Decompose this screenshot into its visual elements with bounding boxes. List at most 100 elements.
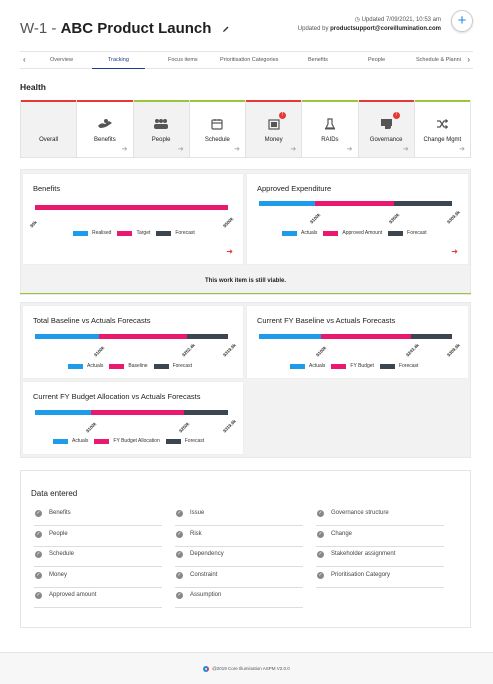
data-entered-item: ✓ Constraint	[175, 567, 303, 588]
card-title: Current FY Budget Allocation vs Actuals …	[33, 392, 201, 401]
check-circle-icon: ✓	[35, 510, 42, 517]
status-bar	[302, 100, 358, 102]
data-entered-item: ✓ Issue	[175, 505, 303, 526]
legend-forecast: Forecast	[175, 230, 195, 236]
updated-by-label: Updated by	[297, 26, 331, 32]
page-title: W-1 - ABC Product Launch	[20, 20, 230, 37]
legend-baseline: Baseline	[128, 363, 148, 369]
tab-focus-items[interactable]: Focus items	[168, 52, 198, 69]
health-row: Overall Benefits ➜ People ➜ Schedule ➜ !…	[20, 100, 471, 158]
health-money[interactable]: ! Money ➜	[246, 100, 303, 157]
tab-prioritisation-categories[interactable]: Prioritisation Categories	[220, 52, 278, 69]
arrow-right-icon[interactable]: ➜	[451, 247, 458, 256]
tick-label: $0k	[29, 219, 38, 229]
health-schedule[interactable]: Schedule ➜	[189, 100, 246, 157]
health-people[interactable]: People ➜	[133, 100, 190, 157]
bar-segment-dark	[183, 410, 228, 415]
status-bar	[189, 100, 245, 102]
legend-fy-budget-allocation: FY Budget Allocation	[113, 438, 160, 444]
tab-benefits[interactable]: Benefits	[308, 52, 328, 69]
arrow-right-icon: ➜	[177, 146, 184, 153]
health-label: Benefits	[94, 137, 116, 143]
tab-people[interactable]: People	[368, 52, 385, 69]
bar-segment-pink	[90, 410, 184, 415]
data-entered-item: ✓ Risk	[175, 526, 303, 547]
arrow-right-icon[interactable]: ➜	[226, 247, 233, 256]
calendar-icon	[211, 119, 223, 130]
updated-by-email: productsupport@coreillumination.com	[330, 26, 441, 32]
data-entered-heading: Data entered	[31, 489, 78, 498]
health-label: RAIDs	[321, 137, 339, 143]
data-entered-item: ✓ Governance structure	[316, 505, 444, 526]
fy-baseline-card[interactable]: Current FY Baseline vs Actuals Forecasts…	[246, 305, 469, 379]
arrow-right-icon: ➜	[402, 146, 409, 153]
work-item-name: ABC Product Launch	[60, 20, 212, 37]
data-entered-label: People	[49, 530, 68, 537]
data-entered-label: Change	[331, 530, 353, 537]
data-entered-label: Benefits	[49, 510, 71, 516]
health-label: Schedule	[204, 137, 230, 143]
update-info: ◷ Updated 7/09/2021, 10:53 am Updated by…	[298, 16, 441, 34]
data-entered-item: ✓ Money	[34, 567, 162, 588]
tick-label: $100k	[92, 345, 106, 358]
total-baseline-card[interactable]: Total Baseline vs Actuals Forecasts Actu…	[22, 305, 244, 379]
data-entered-label: Assumption	[190, 592, 222, 599]
bar-segment-dark	[411, 334, 452, 339]
legend-actuals: Actuals	[301, 230, 318, 236]
check-circle-icon: ✓	[176, 530, 183, 538]
tick-label: $319.9k	[222, 418, 238, 434]
footer: @2019 Core Illumination ASPM V2.0.0	[0, 652, 493, 684]
people-icon	[154, 119, 169, 129]
tick-label: $309.9k	[446, 342, 462, 358]
check-circle-icon: ✓	[176, 510, 183, 517]
status-bar	[77, 100, 133, 102]
legend-actuals: Actuals	[309, 363, 326, 369]
tick-label: $100k	[308, 212, 322, 225]
legend-fy-budget: FY Budget	[350, 363, 374, 369]
check-circle-icon: ✓	[317, 551, 324, 559]
card-title: Total Baseline vs Actuals Forecasts	[33, 316, 151, 325]
bar-segment-pink	[98, 334, 188, 339]
core-illumination-logo-icon	[203, 666, 210, 672]
add-button[interactable]: +	[451, 10, 473, 32]
tab-schedule-planning[interactable]: Schedule & Planni	[416, 52, 462, 69]
check-circle-icon: ✓	[35, 592, 42, 600]
check-circle-icon: ✓	[35, 530, 42, 538]
fy-budget-card[interactable]: Current FY Budget Allocation vs Actuals …	[22, 381, 244, 455]
legend-target: Target	[136, 230, 151, 236]
health-overall[interactable]: Overall	[21, 100, 78, 157]
health-governance[interactable]: ! Governance ➜	[358, 100, 415, 157]
stacked-bar	[35, 205, 228, 210]
chevron-left-icon[interactable]: ‹	[23, 52, 26, 68]
raids-icon	[324, 118, 335, 130]
chevron-right-icon[interactable]: ›	[467, 52, 470, 68]
tab-tracking[interactable]: Tracking	[92, 52, 145, 69]
data-entered-label: Dependency	[190, 551, 224, 558]
arrow-right-icon: ➜	[290, 146, 297, 153]
bar-segment-pink	[314, 201, 395, 206]
check-circle-icon: ✓	[176, 592, 183, 600]
clock-icon: ◷	[354, 17, 360, 23]
tick-label: $243.4k	[405, 342, 421, 358]
edit-pencil-icon[interactable]	[222, 25, 230, 36]
shuffle-icon	[437, 119, 449, 129]
legend-forecast: Forecast	[407, 230, 427, 236]
tab-overview[interactable]: Overview	[50, 52, 73, 69]
chart-legend: Actuals Baseline Forecast	[68, 363, 198, 369]
health-change-mgmt[interactable]: Change Mgmt ➜	[414, 100, 470, 157]
bar-segment-blue	[259, 201, 315, 206]
data-entered-item: ✓ Prioritisation Category	[316, 567, 444, 588]
governance-icon	[380, 119, 392, 129]
viability-message: This work item is still viable.	[20, 265, 471, 294]
chart-legend: Actuals FY Budget Allocation Forecast	[53, 438, 210, 444]
legend-approved-amount: Approved Amount	[342, 230, 383, 236]
arrow-right-icon: ➜	[459, 146, 465, 153]
expenditure-card[interactable]: Approved Expenditure Actuals Approved Am…	[246, 173, 469, 265]
stacked-bar	[259, 201, 452, 206]
tick-label: $100k	[84, 421, 98, 434]
benefits-card[interactable]: Benefits Realised Target Forecast ➜ $0k $…	[22, 173, 244, 265]
health-benefits[interactable]: Benefits ➜	[77, 100, 134, 157]
health-raids[interactable]: RAIDs ➜	[302, 100, 359, 157]
data-entered-label: Money	[49, 571, 68, 578]
chart-legend: Actuals FY Budget Forecast	[290, 363, 424, 369]
